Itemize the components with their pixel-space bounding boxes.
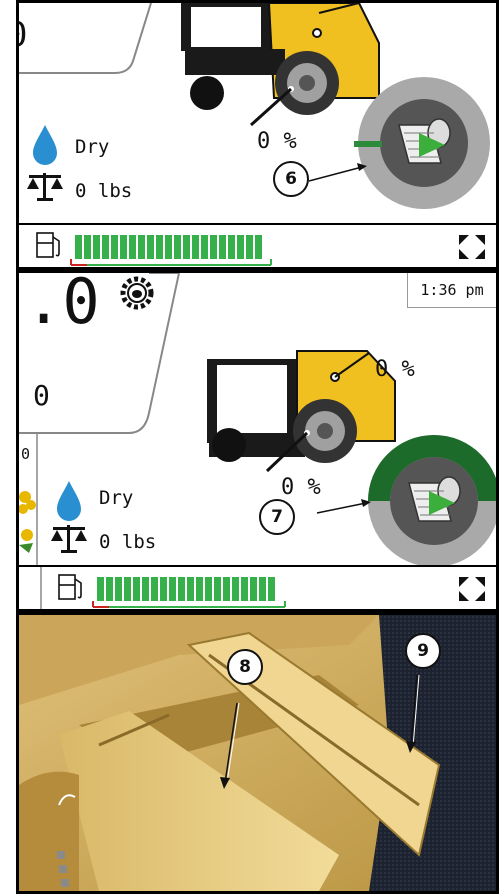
fuel-segment: [138, 235, 145, 259]
baler-display-top: 0 Dry 0 lbs 0 % 6: [16, 0, 499, 270]
fuel-segment: [223, 577, 230, 601]
moisture-label: Dry: [75, 136, 110, 158]
speed-readout: .0: [25, 270, 100, 338]
baler-display-middle: .0 0 0 1:36 pm 0 % 0 % Dry 0 lbs 7: [16, 270, 499, 612]
scale-icon: [51, 525, 87, 553]
secondary-readout: 0: [33, 379, 50, 412]
bale-gauge: [368, 435, 496, 567]
fuel-segment: [133, 577, 140, 601]
fuel-segment: [93, 235, 100, 259]
fuel-segment: [165, 235, 172, 259]
fuel-segment: [115, 577, 122, 601]
callout-7: 7: [259, 499, 295, 535]
fuel-segment: [210, 235, 217, 259]
fuel-segment: [187, 577, 194, 601]
status-bar: [19, 565, 496, 609]
fuel-segment: [255, 235, 262, 259]
fuel-segment: [147, 235, 154, 259]
weight-value: 0 lbs: [75, 180, 133, 202]
fuel-pump-icon: [58, 574, 82, 600]
fuel-level-bar: [75, 235, 262, 259]
fuel-segment: [124, 577, 131, 601]
edge-readout: 0: [21, 445, 31, 463]
fuel-segment: [106, 577, 113, 601]
callout-6: 6: [273, 161, 309, 197]
moisture-drop-icon: [33, 125, 57, 165]
gauge-percent: 0 %: [257, 129, 297, 154]
fuel-level-bar: [97, 577, 275, 601]
moisture-drop-icon: [57, 481, 81, 521]
speed-tile-outline: [19, 3, 152, 74]
fuel-segment: [169, 577, 176, 601]
fuel-segment: [129, 235, 136, 259]
gauge-percent: 0 %: [281, 475, 321, 500]
fuel-segment: [232, 577, 239, 601]
fuel-pump-icon: [36, 232, 60, 258]
moisture-label: Dry: [99, 487, 134, 509]
fuel-segment: [160, 577, 167, 601]
partial-readout: 0: [19, 15, 27, 55]
fuel-segment: [84, 235, 91, 259]
callout-9: 9: [405, 633, 441, 669]
baler-interior-photo: 8 9: [16, 612, 499, 894]
fuel-segment: [174, 235, 181, 259]
fuel-segment: [241, 577, 248, 601]
fuel-segment: [183, 235, 190, 259]
fuel-segment: [268, 577, 275, 601]
fuel-segment: [178, 577, 185, 601]
fuel-segment: [219, 235, 226, 259]
fullscreen-icon[interactable]: [459, 235, 485, 259]
fuel-segment: [102, 235, 109, 259]
scale-icon: [27, 173, 63, 201]
fuel-segment: [75, 235, 82, 259]
fullscreen-icon[interactable]: [459, 577, 485, 601]
callout-8: 8: [227, 649, 263, 685]
fuel-segment: [111, 235, 118, 259]
fuel-segment: [205, 577, 212, 601]
fuel-segment: [246, 235, 253, 259]
fuel-segment: [97, 577, 104, 601]
fuel-segment: [156, 235, 163, 259]
tortoise-gear-icon: [120, 276, 154, 310]
fuel-segment: [192, 235, 199, 259]
baler-machine-icon: [207, 350, 396, 473]
top-percent: 0 %: [375, 357, 415, 382]
baler-machine-icon: [181, 3, 380, 127]
fuel-segment: [201, 235, 208, 259]
weight-value: 0 lbs: [99, 531, 157, 553]
fuel-segment: [196, 577, 203, 601]
fuel-segment: [237, 235, 244, 259]
fuel-segment: [228, 235, 235, 259]
fuel-segment: [151, 577, 158, 601]
fuel-segment: [259, 577, 266, 601]
fuel-segment: [250, 577, 257, 601]
status-bar: [19, 223, 496, 267]
fuel-segment: [214, 577, 221, 601]
fuel-segment: [120, 235, 127, 259]
clock: 1:36 pm: [407, 273, 496, 308]
fuel-segment: [142, 577, 149, 601]
